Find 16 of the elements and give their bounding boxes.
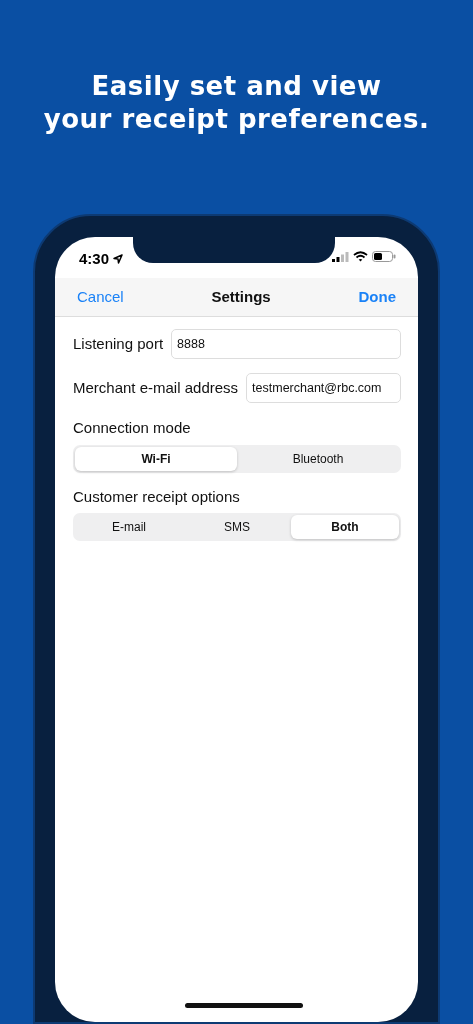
- segment-option[interactable]: Both: [291, 515, 399, 539]
- screen-title: Settings: [211, 286, 271, 307]
- segment-option[interactable]: E-mail: [75, 515, 183, 539]
- clock: 4:30: [79, 249, 110, 269]
- cancel-button[interactable]: Cancel: [77, 285, 124, 309]
- section-label: Connection mode: [73, 418, 192, 438]
- headline: Easily set and view: [90, 70, 383, 103]
- field-label: Merchant e-mail address: [73, 377, 239, 398]
- segment-option[interactable]: SMS: [183, 515, 291, 539]
- section-label: Customer receipt options: [73, 486, 241, 507]
- input-field[interactable]: 8888: [171, 329, 401, 359]
- field-label: Listening port: [73, 333, 164, 354]
- headline: your receipt preferences.: [42, 103, 431, 136]
- input-field[interactable]: testmerchant@rbc.com: [246, 373, 401, 403]
- segment-option[interactable]: Bluetooth: [237, 446, 399, 471]
- segment-option[interactable]: Wi-Fi: [75, 446, 237, 471]
